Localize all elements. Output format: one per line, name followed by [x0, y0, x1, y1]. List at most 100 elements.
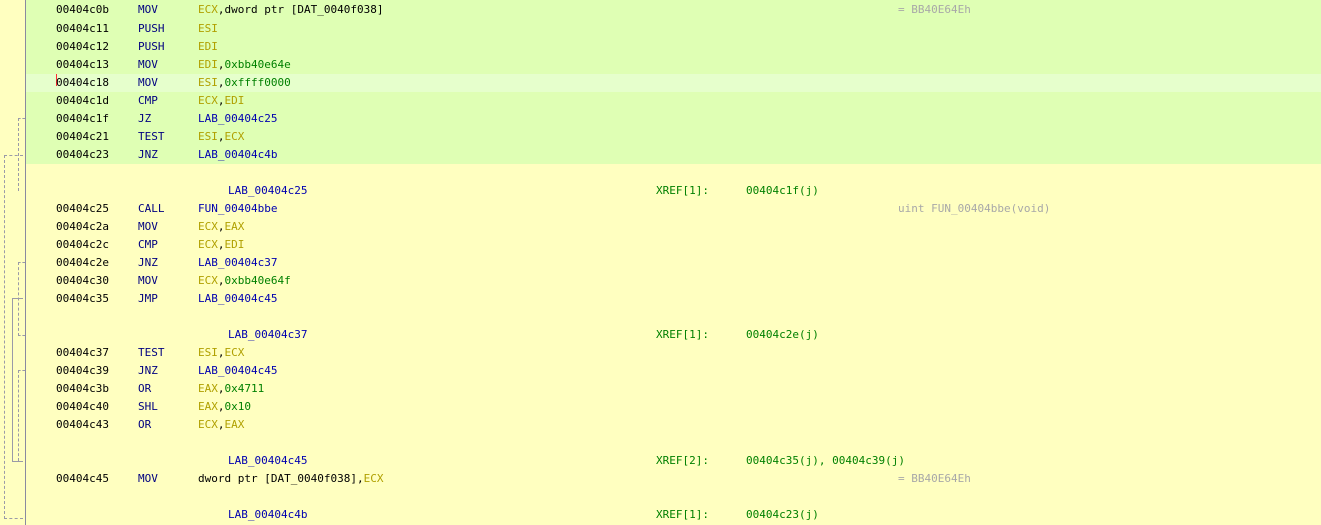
operand-token[interactable]: EDI	[225, 94, 245, 107]
operand-token[interactable]: ECX	[198, 94, 218, 107]
operand-token[interactable]: ECX	[364, 472, 384, 485]
label-row[interactable]: LAB_00404c37 XREF[1]: 00404c2e(j)	[26, 326, 1321, 344]
instruction-operands[interactable]: EAX,0x4711	[198, 380, 264, 398]
instruction-mnemonic[interactable]: OR	[138, 380, 151, 398]
operand-token[interactable]: ESI	[198, 346, 218, 359]
instruction-address[interactable]: 00404c2c	[56, 236, 109, 254]
instruction-mnemonic[interactable]: JZ	[138, 110, 151, 128]
instruction-operands[interactable]: LAB_00404c37	[198, 254, 277, 272]
instruction-row[interactable]: 00404c11 PUSH ESI	[26, 20, 1321, 38]
operand-token[interactable]: ESI	[198, 76, 218, 89]
instruction-operands[interactable]: EAX,0x10	[198, 398, 251, 416]
instruction-operands[interactable]: ECX,EAX	[198, 416, 244, 434]
instruction-address[interactable]: 00404c3b	[56, 380, 109, 398]
instruction-address[interactable]: 00404c0b	[56, 0, 109, 20]
operand-token[interactable]: ECX	[198, 418, 218, 431]
instruction-row[interactable]: 00404c37 TEST ESI,ECX	[26, 344, 1321, 362]
operand-token[interactable]: EAX	[225, 418, 245, 431]
instruction-row[interactable]: 00404c13 MOV EDI,0xbb40e64e	[26, 56, 1321, 74]
instruction-mnemonic[interactable]: MOV	[138, 56, 158, 74]
instruction-address[interactable]: 00404c13	[56, 56, 109, 74]
operand-token[interactable]: 0xbb40e64f	[225, 274, 291, 287]
code-label[interactable]: LAB_00404c37	[228, 326, 307, 344]
instruction-row[interactable]: 00404c21 TEST ESI,ECX	[26, 128, 1321, 146]
instruction-row[interactable]: 00404c35 JMP LAB_00404c45	[26, 290, 1321, 308]
operand-token[interactable]: ECX	[225, 346, 245, 359]
xref-addresses[interactable]: 00404c23(j)	[746, 506, 819, 524]
code-label[interactable]: LAB_00404c25	[228, 182, 307, 200]
instruction-mnemonic[interactable]: TEST	[138, 344, 165, 362]
operand-token[interactable]: ECX	[198, 274, 218, 287]
instruction-operands[interactable]: FUN_00404bbe	[198, 200, 277, 218]
instruction-row[interactable]: 00404c30 MOV ECX,0xbb40e64f	[26, 272, 1321, 290]
operand-token[interactable]: ECX	[198, 238, 218, 251]
instruction-operands[interactable]: EDI	[198, 38, 218, 56]
operand-token[interactable]: ECX	[225, 130, 245, 143]
xref-addresses[interactable]: 00404c2e(j)	[746, 326, 819, 344]
operand-token[interactable]: LAB_00404c45	[198, 364, 277, 377]
instruction-mnemonic[interactable]: JNZ	[138, 362, 158, 380]
instruction-operands[interactable]: ESI,ECX	[198, 128, 244, 146]
instruction-mnemonic[interactable]: JMP	[138, 290, 158, 308]
instruction-address[interactable]: 00404c40	[56, 398, 109, 416]
instruction-operands[interactable]: LAB_00404c45	[198, 290, 277, 308]
xref-addresses[interactable]: 00404c35(j), 00404c39(j)	[746, 452, 905, 470]
instruction-operands[interactable]: LAB_00404c4b	[198, 146, 277, 164]
instruction-address[interactable]: 00404c39	[56, 362, 109, 380]
instruction-mnemonic[interactable]: PUSH	[138, 20, 165, 38]
instruction-mnemonic[interactable]: MOV	[138, 272, 158, 290]
instruction-row[interactable]: 00404c45 MOV dword ptr [DAT_0040f038],ECX =…	[26, 470, 1321, 488]
instruction-address[interactable]: 00404c21	[56, 128, 109, 146]
instruction-operands[interactable]: LAB_00404c25	[198, 110, 277, 128]
operand-token[interactable]: ESI	[198, 130, 218, 143]
instruction-mnemonic[interactable]: CMP	[138, 236, 158, 254]
operand-token[interactable]: EDI	[198, 58, 218, 71]
instruction-mnemonic[interactable]: MOV	[138, 218, 158, 236]
instruction-address[interactable]: 00404c23	[56, 146, 109, 164]
operand-token[interactable]: ECX	[198, 3, 218, 16]
instruction-operands[interactable]: ECX,EDI	[198, 92, 244, 110]
code-label[interactable]: LAB_00404c4b	[228, 506, 307, 524]
operand-token[interactable]: ESI	[198, 22, 218, 35]
label-row[interactable]: LAB_00404c25 XREF[1]: 00404c1f(j)	[26, 182, 1321, 200]
instruction-operands[interactable]: ESI	[198, 20, 218, 38]
operand-token[interactable]: EDI	[225, 238, 245, 251]
instruction-mnemonic[interactable]: MOV	[138, 470, 158, 488]
instruction-mnemonic[interactable]: JNZ	[138, 146, 158, 164]
instruction-mnemonic[interactable]: TEST	[138, 128, 165, 146]
instruction-mnemonic[interactable]: SHL	[138, 398, 158, 416]
operand-token[interactable]: EAX	[198, 400, 218, 413]
operand-token[interactable]: ECX	[198, 220, 218, 233]
instruction-address[interactable]: 00404c35	[56, 290, 109, 308]
instruction-address[interactable]: 00404c1d	[56, 92, 109, 110]
operand-token[interactable]: 0xffff0000	[225, 76, 291, 89]
operand-token[interactable]: EAX	[225, 220, 245, 233]
operand-token[interactable]: LAB_00404c4b	[198, 148, 277, 161]
instruction-mnemonic[interactable]: MOV	[138, 0, 158, 20]
operand-token[interactable]: 0xbb40e64e	[225, 58, 291, 71]
instruction-row[interactable]: 00404c25 CALL FUN_00404bbe uint FUN_00404bb…	[26, 200, 1321, 218]
instruction-row[interactable]: 00404c39 JNZ LAB_00404c45	[26, 362, 1321, 380]
operand-token[interactable]: EDI	[198, 40, 218, 53]
instruction-row[interactable]: 00404c23 JNZ LAB_00404c4b	[26, 146, 1321, 164]
operand-token[interactable]: FUN_00404bbe	[198, 202, 277, 215]
instruction-row[interactable]: 00404c0b MOV ECX,dword ptr [DAT_0040f038] =…	[26, 0, 1321, 20]
instruction-row[interactable]: 00404c18 MOV ESI,0xffff0000	[26, 74, 1321, 92]
operand-token[interactable]: LAB_00404c25	[198, 112, 277, 125]
operand-token[interactable]: 0x4711	[225, 382, 265, 395]
instruction-mnemonic[interactable]: OR	[138, 416, 151, 434]
operand-token[interactable]: 0x10	[225, 400, 252, 413]
instruction-row[interactable]: 00404c1f JZ LAB_00404c25	[26, 110, 1321, 128]
code-label[interactable]: LAB_00404c45	[228, 452, 307, 470]
instruction-operands[interactable]: ESI,0xffff0000	[198, 74, 291, 92]
instruction-operands[interactable]: ECX,EAX	[198, 218, 244, 236]
xref-addresses[interactable]: 00404c1f(j)	[746, 182, 819, 200]
instruction-operands[interactable]: dword ptr [DAT_0040f038],ECX	[198, 470, 383, 488]
instruction-address[interactable]: 00404c18	[56, 74, 109, 92]
instruction-row[interactable]: 00404c3b OR EAX,0x4711	[26, 380, 1321, 398]
instruction-operands[interactable]: ECX,dword ptr [DAT_0040f038]	[198, 0, 383, 20]
instruction-row[interactable]: 00404c1d CMP ECX,EDI	[26, 92, 1321, 110]
instruction-operands[interactable]: EDI,0xbb40e64e	[198, 56, 291, 74]
instruction-address[interactable]: 00404c2a	[56, 218, 109, 236]
instruction-address[interactable]: 00404c37	[56, 344, 109, 362]
